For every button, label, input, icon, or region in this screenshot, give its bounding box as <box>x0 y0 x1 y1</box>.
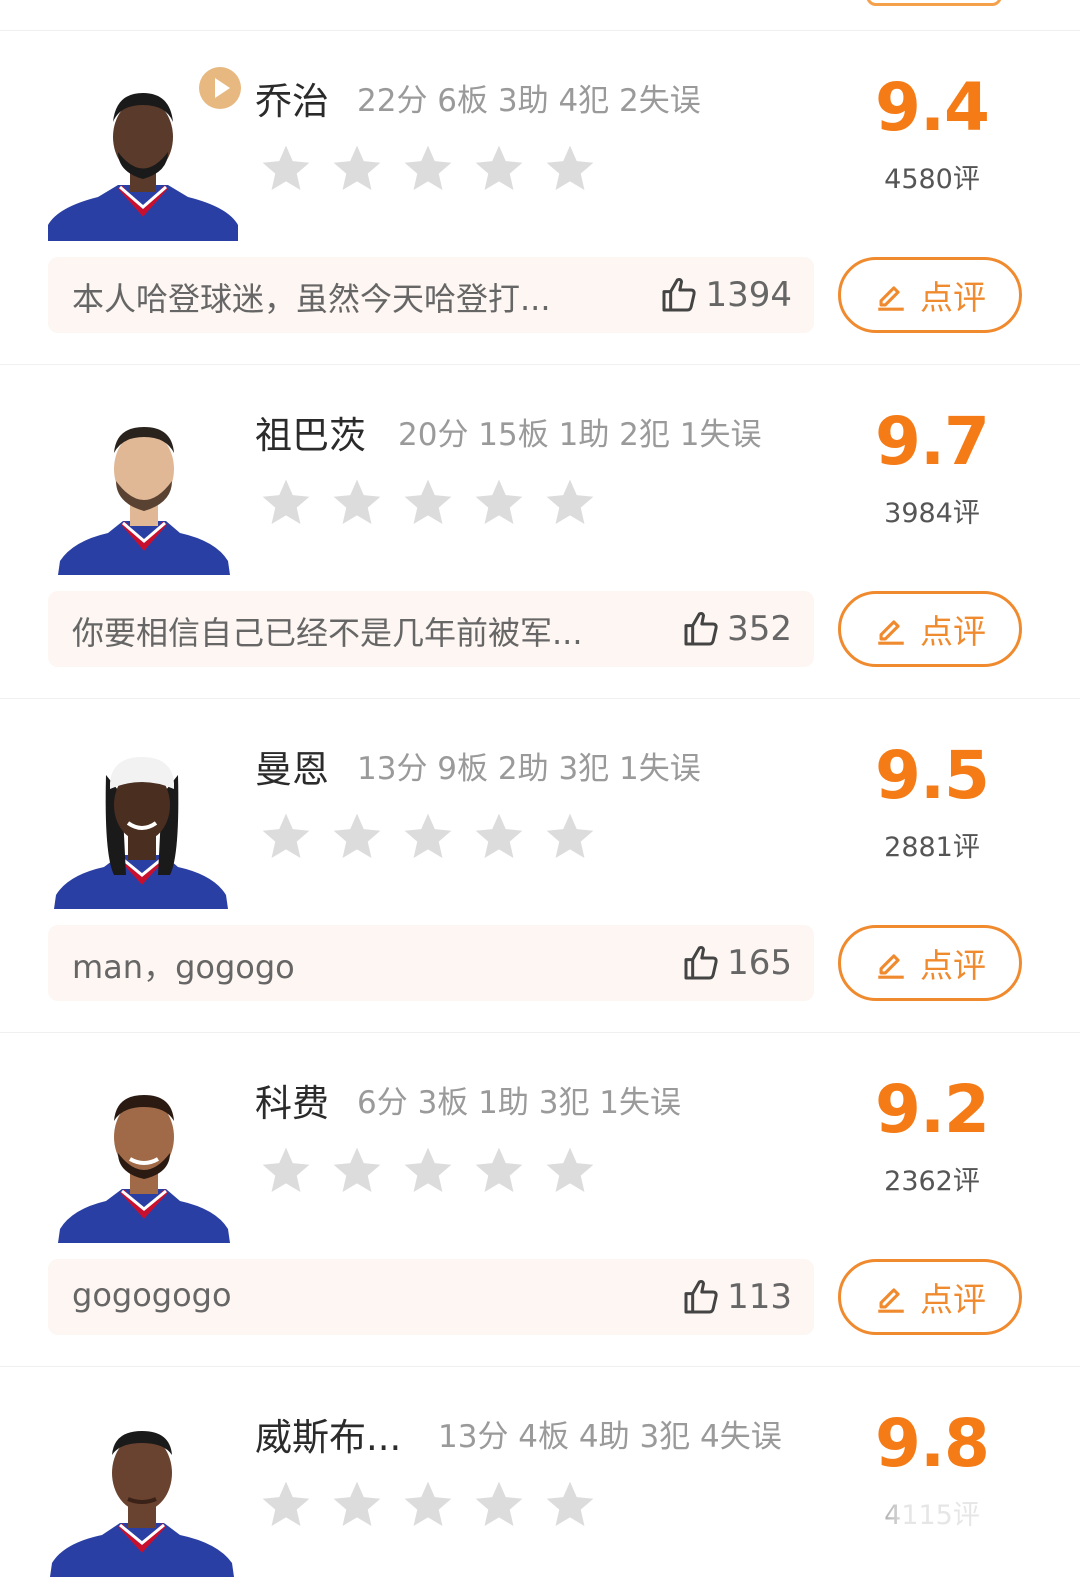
review-label: 点评 <box>920 1280 986 1319</box>
review-count: 2881评 <box>884 832 980 863</box>
rating-stars[interactable] <box>258 1143 613 1199</box>
pencil-icon <box>878 620 904 645</box>
player-name[interactable]: 威斯布... <box>255 1407 401 1461</box>
star-icon[interactable] <box>542 809 598 865</box>
player-score: 9.8 <box>875 1405 990 1482</box>
player-stats: 20分 15板 1助 2犯 1失误 <box>398 417 762 453</box>
player-row: 曼恩 13分 9板 2助 3犯 1失误 9.5 2881评 man，gogogo… <box>0 698 1080 1032</box>
player-score: 9.5 <box>875 737 990 814</box>
review-count: 2362评 <box>884 1166 980 1197</box>
star-icon[interactable] <box>258 1143 314 1199</box>
review-button[interactable]: 点评 <box>838 925 1022 1001</box>
star-icon[interactable] <box>471 475 527 531</box>
star-icon[interactable] <box>400 141 456 197</box>
pencil-icon <box>878 286 904 311</box>
review-button[interactable]: 点评 <box>838 257 1022 333</box>
player-score: 9.4 <box>875 69 990 146</box>
previous-review-button-edge <box>866 0 1002 6</box>
review-label: 点评 <box>920 612 986 651</box>
rating-stars[interactable] <box>258 475 613 531</box>
like-count: 165 <box>727 943 792 983</box>
player-stats: 22分 6板 3助 4犯 2失误 <box>357 83 701 119</box>
pencil-icon <box>878 954 904 979</box>
star-icon[interactable] <box>542 475 598 531</box>
star-icon[interactable] <box>542 1477 598 1533</box>
star-icon[interactable] <box>329 475 385 531</box>
play-icon[interactable] <box>199 67 241 109</box>
review-label: 点评 <box>920 946 986 985</box>
avatar[interactable] <box>48 1403 238 1577</box>
star-icon[interactable] <box>471 1143 527 1199</box>
pencil-icon <box>878 1288 904 1313</box>
player-name[interactable]: 科费 <box>255 1073 329 1127</box>
star-icon[interactable] <box>400 1477 456 1533</box>
star-icon[interactable] <box>329 1477 385 1533</box>
player-row: 科费 6分 3板 1助 3犯 1失误 9.2 2362评 gogogogo 11… <box>0 1032 1080 1366</box>
review-count: 4580评 <box>884 164 980 195</box>
comment-text: gogogogo <box>72 1276 232 1314</box>
like-button[interactable]: 352 <box>681 605 792 653</box>
thumbs-up-icon <box>684 945 718 980</box>
star-icon[interactable] <box>400 475 456 531</box>
star-icon[interactable] <box>258 475 314 531</box>
like-count: 113 <box>727 1277 792 1317</box>
player-row: 乔治 22分 6板 3助 4犯 2失误 9.4 4580评 本人哈登球迷，虽然今… <box>0 30 1080 364</box>
like-button[interactable]: 113 <box>681 1273 792 1321</box>
avatar[interactable] <box>48 735 238 909</box>
star-icon[interactable] <box>258 141 314 197</box>
top-comment[interactable]: man，gogogo 165 <box>48 925 814 1001</box>
star-icon[interactable] <box>258 1477 314 1533</box>
player-stats: 6分 3板 1助 3犯 1失误 <box>357 1085 682 1121</box>
top-comment[interactable]: 你要相信自己已经不是几年前被军... 352 <box>48 591 814 667</box>
player-name[interactable]: 乔治 <box>255 71 329 125</box>
watermark-overlay <box>848 1500 1080 1583</box>
star-icon[interactable] <box>542 1143 598 1199</box>
star-icon[interactable] <box>542 141 598 197</box>
avatar[interactable] <box>48 401 238 575</box>
thumbs-up-icon <box>684 1279 718 1314</box>
thumbs-up-icon <box>684 611 718 646</box>
like-button[interactable]: 165 <box>681 939 792 987</box>
star-icon[interactable] <box>329 809 385 865</box>
like-count: 1394 <box>705 275 792 315</box>
player-name[interactable]: 曼恩 <box>255 739 329 793</box>
top-comment[interactable]: gogogogo 113 <box>48 1259 814 1335</box>
star-icon[interactable] <box>258 809 314 865</box>
star-icon[interactable] <box>400 809 456 865</box>
star-icon[interactable] <box>329 141 385 197</box>
review-button[interactable]: 点评 <box>838 1259 1022 1335</box>
star-icon[interactable] <box>400 1143 456 1199</box>
player-stats: 13分 9板 2助 3犯 1失误 <box>357 751 701 787</box>
player-score: 9.7 <box>875 403 990 480</box>
star-icon[interactable] <box>329 1143 385 1199</box>
thumbs-up-icon <box>662 277 697 312</box>
like-count: 352 <box>727 609 792 649</box>
rating-stars[interactable] <box>258 141 613 197</box>
comment-text: 本人哈登球迷，虽然今天哈登打... <box>72 280 551 318</box>
rating-stars[interactable] <box>258 809 613 865</box>
review-count: 3984评 <box>884 498 980 529</box>
star-icon[interactable] <box>471 141 527 197</box>
review-button[interactable]: 点评 <box>838 591 1022 667</box>
avatar[interactable] <box>48 1069 238 1243</box>
review-label: 点评 <box>920 278 986 317</box>
top-comment[interactable]: 本人哈登球迷，虽然今天哈登打... 1394 <box>48 257 814 333</box>
comment-text: 你要相信自己已经不是几年前被军... <box>72 614 583 652</box>
player-stats: 13分 4板 4助 3犯 4失误 <box>438 1419 782 1455</box>
like-button[interactable]: 1394 <box>659 271 792 319</box>
rating-stars[interactable] <box>258 1477 613 1533</box>
player-score: 9.2 <box>875 1071 990 1148</box>
player-name[interactable]: 祖巴茨 <box>255 405 366 459</box>
star-icon[interactable] <box>471 1477 527 1533</box>
player-row: 祖巴茨 20分 15板 1助 2犯 1失误 9.7 3984评 你要相信自己已经… <box>0 364 1080 698</box>
comment-text: man，gogogo <box>72 948 295 986</box>
star-icon[interactable] <box>471 809 527 865</box>
